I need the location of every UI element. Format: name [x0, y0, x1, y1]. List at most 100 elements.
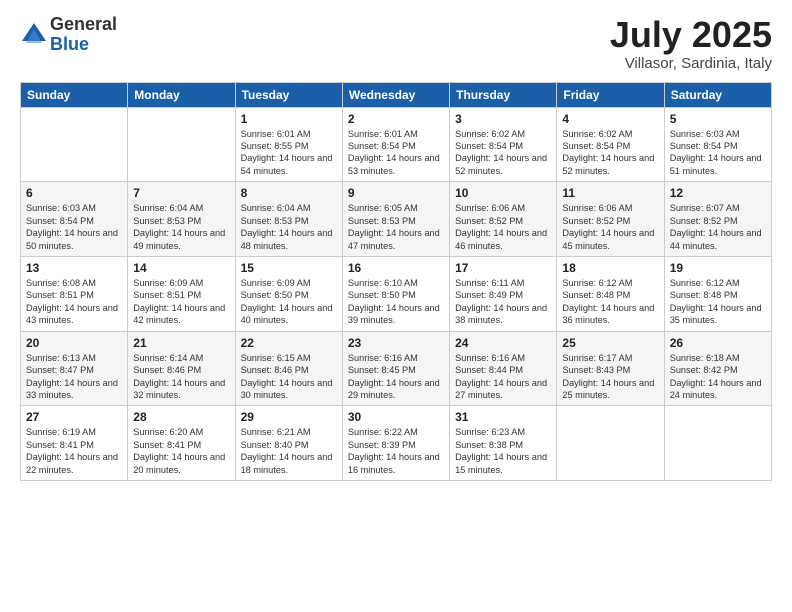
calendar-cell: 6 Sunrise: 6:03 AM Sunset: 8:54 PM Daylig… — [21, 182, 128, 257]
day-number: 6 — [26, 186, 122, 200]
calendar-cell — [664, 406, 771, 481]
day-number: 18 — [562, 261, 658, 275]
day-info: Sunrise: 6:16 AM Sunset: 8:45 PM Dayligh… — [348, 352, 444, 402]
calendar-cell: 16 Sunrise: 6:10 AM Sunset: 8:50 PM Dayli… — [342, 256, 449, 331]
logo: General Blue — [20, 15, 117, 55]
calendar-header-sunday: Sunday — [21, 82, 128, 107]
day-number: 16 — [348, 261, 444, 275]
calendar-cell — [128, 107, 235, 182]
day-number: 25 — [562, 336, 658, 350]
day-info: Sunrise: 6:12 AM Sunset: 8:48 PM Dayligh… — [670, 277, 766, 327]
calendar-header-thursday: Thursday — [450, 82, 557, 107]
calendar-cell: 18 Sunrise: 6:12 AM Sunset: 8:48 PM Dayli… — [557, 256, 664, 331]
calendar-cell: 3 Sunrise: 6:02 AM Sunset: 8:54 PM Daylig… — [450, 107, 557, 182]
day-number: 11 — [562, 186, 658, 200]
day-number: 9 — [348, 186, 444, 200]
calendar-cell — [557, 406, 664, 481]
calendar-week-5: 27Sunrise: 6:19 AM Sunset: 8:41 PM Dayli… — [21, 406, 772, 481]
day-info: Sunrise: 6:20 AM Sunset: 8:41 PM Dayligh… — [133, 426, 229, 476]
logo-text: General Blue — [50, 15, 117, 55]
day-number: 19 — [670, 261, 766, 275]
day-info: Sunrise: 6:07 AM Sunset: 8:52 PM Dayligh… — [670, 202, 766, 252]
day-number: 3 — [455, 112, 551, 126]
day-info: Sunrise: 6:06 AM Sunset: 8:52 PM Dayligh… — [562, 202, 658, 252]
day-info: Sunrise: 6:14 AM Sunset: 8:46 PM Dayligh… — [133, 352, 229, 402]
day-info: Sunrise: 6:02 AM Sunset: 8:54 PM Dayligh… — [562, 128, 658, 178]
calendar-cell: 26 Sunrise: 6:18 AM Sunset: 8:42 PM Dayli… — [664, 331, 771, 406]
calendar-cell: 5Sunrise: 6:03 AM Sunset: 8:54 PM Daylig… — [664, 107, 771, 182]
day-number: 20 — [26, 336, 122, 350]
day-info: Sunrise: 6:23 AM Sunset: 8:38 PM Dayligh… — [455, 426, 551, 476]
calendar-header-wednesday: Wednesday — [342, 82, 449, 107]
day-number: 28 — [133, 410, 229, 424]
title-month: July 2025 — [610, 15, 772, 55]
calendar-cell: 1Sunrise: 6:01 AM Sunset: 8:55 PM Daylig… — [235, 107, 342, 182]
day-info: Sunrise: 6:21 AM Sunset: 8:40 PM Dayligh… — [241, 426, 337, 476]
calendar-cell: 11 Sunrise: 6:06 AM Sunset: 8:52 PM Dayli… — [557, 182, 664, 257]
day-info: Sunrise: 6:10 AM Sunset: 8:50 PM Dayligh… — [348, 277, 444, 327]
calendar: SundayMondayTuesdayWednesdayThursdayFrid… — [20, 82, 772, 481]
day-number: 17 — [455, 261, 551, 275]
day-info: Sunrise: 6:18 AM Sunset: 8:42 PM Dayligh… — [670, 352, 766, 402]
calendar-cell: 29 Sunrise: 6:21 AM Sunset: 8:40 PM Dayli… — [235, 406, 342, 481]
day-info: Sunrise: 6:12 AM Sunset: 8:48 PM Dayligh… — [562, 277, 658, 327]
calendar-cell: 30 Sunrise: 6:22 AM Sunset: 8:39 PM Dayli… — [342, 406, 449, 481]
calendar-header-tuesday: Tuesday — [235, 82, 342, 107]
calendar-cell: 10Sunrise: 6:06 AM Sunset: 8:52 PM Dayli… — [450, 182, 557, 257]
calendar-header-monday: Monday — [128, 82, 235, 107]
day-info: Sunrise: 6:01 AM Sunset: 8:55 PM Dayligh… — [241, 128, 337, 178]
logo-icon — [20, 21, 48, 49]
day-info: Sunrise: 6:19 AM Sunset: 8:41 PM Dayligh… — [26, 426, 122, 476]
calendar-cell: 28 Sunrise: 6:20 AM Sunset: 8:41 PM Dayli… — [128, 406, 235, 481]
calendar-cell: 19 Sunrise: 6:12 AM Sunset: 8:48 PM Dayli… — [664, 256, 771, 331]
calendar-cell: 15 Sunrise: 6:09 AM Sunset: 8:50 PM Dayli… — [235, 256, 342, 331]
calendar-cell: 20 Sunrise: 6:13 AM Sunset: 8:47 PM Dayli… — [21, 331, 128, 406]
calendar-week-1: 1Sunrise: 6:01 AM Sunset: 8:55 PM Daylig… — [21, 107, 772, 182]
day-number: 29 — [241, 410, 337, 424]
logo-blue: Blue — [50, 35, 117, 55]
day-number: 31 — [455, 410, 551, 424]
calendar-header-row: SundayMondayTuesdayWednesdayThursdayFrid… — [21, 82, 772, 107]
calendar-cell: 21Sunrise: 6:14 AM Sunset: 8:46 PM Dayli… — [128, 331, 235, 406]
day-number: 14 — [133, 261, 229, 275]
day-number: 4 — [562, 112, 658, 126]
day-number: 13 — [26, 261, 122, 275]
page: General Blue July 2025 Villasor, Sardini… — [0, 0, 792, 612]
day-info: Sunrise: 6:05 AM Sunset: 8:53 PM Dayligh… — [348, 202, 444, 252]
day-info: Sunrise: 6:22 AM Sunset: 8:39 PM Dayligh… — [348, 426, 444, 476]
title-location: Villasor, Sardinia, Italy — [610, 55, 772, 72]
day-info: Sunrise: 6:04 AM Sunset: 8:53 PM Dayligh… — [133, 202, 229, 252]
day-number: 15 — [241, 261, 337, 275]
calendar-cell: 4 Sunrise: 6:02 AM Sunset: 8:54 PM Daylig… — [557, 107, 664, 182]
calendar-cell: 27Sunrise: 6:19 AM Sunset: 8:41 PM Dayli… — [21, 406, 128, 481]
day-info: Sunrise: 6:02 AM Sunset: 8:54 PM Dayligh… — [455, 128, 551, 178]
day-number: 7 — [133, 186, 229, 200]
day-number: 8 — [241, 186, 337, 200]
calendar-cell: 9 Sunrise: 6:05 AM Sunset: 8:53 PM Daylig… — [342, 182, 449, 257]
day-info: Sunrise: 6:09 AM Sunset: 8:50 PM Dayligh… — [241, 277, 337, 327]
calendar-cell: 17Sunrise: 6:11 AM Sunset: 8:49 PM Dayli… — [450, 256, 557, 331]
day-info: Sunrise: 6:04 AM Sunset: 8:53 PM Dayligh… — [241, 202, 337, 252]
calendar-week-2: 6 Sunrise: 6:03 AM Sunset: 8:54 PM Daylig… — [21, 182, 772, 257]
day-info: Sunrise: 6:03 AM Sunset: 8:54 PM Dayligh… — [26, 202, 122, 252]
calendar-cell: 2 Sunrise: 6:01 AM Sunset: 8:54 PM Daylig… — [342, 107, 449, 182]
day-number: 22 — [241, 336, 337, 350]
logo-general: General — [50, 15, 117, 35]
calendar-cell: 8 Sunrise: 6:04 AM Sunset: 8:53 PM Daylig… — [235, 182, 342, 257]
calendar-cell: 12 Sunrise: 6:07 AM Sunset: 8:52 PM Dayli… — [664, 182, 771, 257]
day-info: Sunrise: 6:01 AM Sunset: 8:54 PM Dayligh… — [348, 128, 444, 178]
day-number: 10 — [455, 186, 551, 200]
calendar-week-4: 20 Sunrise: 6:13 AM Sunset: 8:47 PM Dayli… — [21, 331, 772, 406]
day-number: 12 — [670, 186, 766, 200]
calendar-cell: 25Sunrise: 6:17 AM Sunset: 8:43 PM Dayli… — [557, 331, 664, 406]
day-info: Sunrise: 6:03 AM Sunset: 8:54 PM Dayligh… — [670, 128, 766, 178]
day-number: 2 — [348, 112, 444, 126]
day-number: 23 — [348, 336, 444, 350]
day-info: Sunrise: 6:16 AM Sunset: 8:44 PM Dayligh… — [455, 352, 551, 402]
calendar-week-3: 13Sunrise: 6:08 AM Sunset: 8:51 PM Dayli… — [21, 256, 772, 331]
title-block: July 2025 Villasor, Sardinia, Italy — [610, 15, 772, 72]
day-number: 26 — [670, 336, 766, 350]
day-info: Sunrise: 6:09 AM Sunset: 8:51 PM Dayligh… — [133, 277, 229, 327]
day-number: 30 — [348, 410, 444, 424]
day-info: Sunrise: 6:13 AM Sunset: 8:47 PM Dayligh… — [26, 352, 122, 402]
